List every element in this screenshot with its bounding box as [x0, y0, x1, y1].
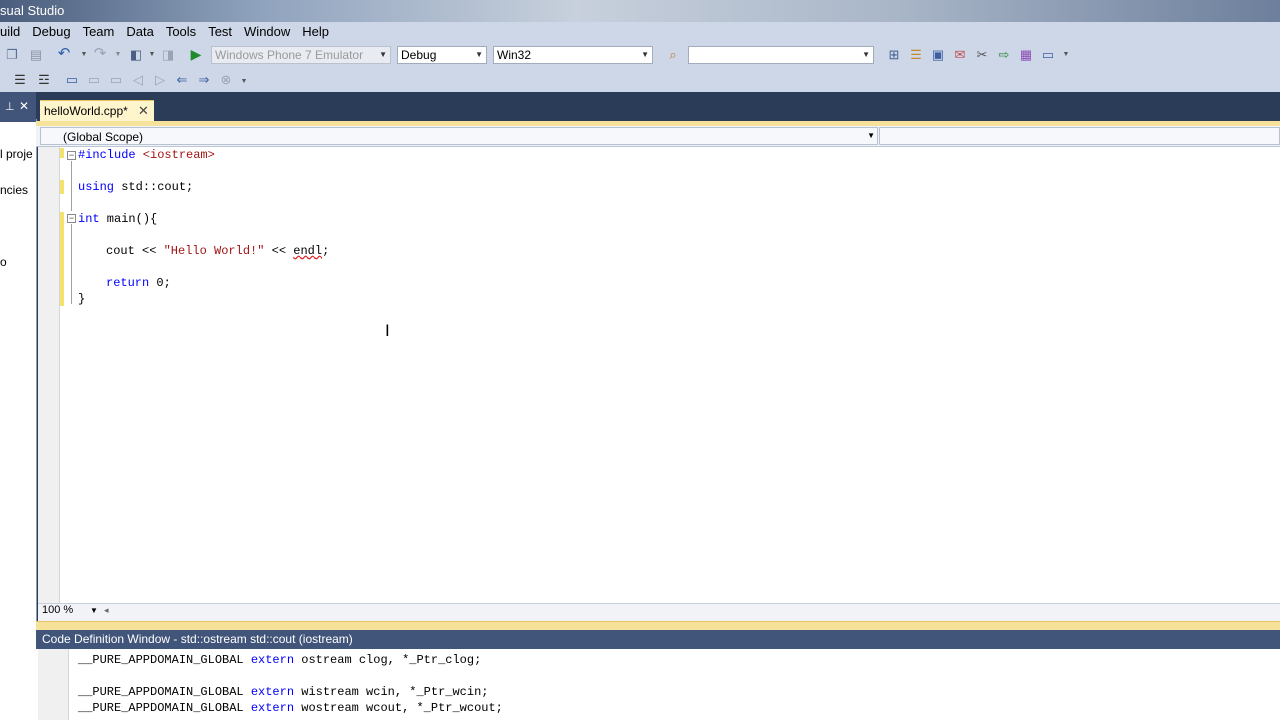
menu-debug[interactable]: Debug [26, 22, 76, 42]
close-icon[interactable]: ✕ [138, 103, 149, 119]
menu-data[interactable]: Data [120, 22, 159, 42]
code-line: using std::cout; [78, 180, 194, 194]
standard-toolbar: ❐ ▤ ↶ ▼ ↷ ▼ ◧ ▼ ◨ ▶ Windows Phone 7 Emul… [0, 42, 1280, 68]
text-editor-toolbar: ☰ ☲ ▭ ▭ ▭ ◁ ▷ ⇐ ⇒ ⊗ ▼ [0, 68, 1280, 93]
menu-window[interactable]: Window [238, 22, 296, 42]
scroll-left-icon[interactable]: ◂ [104, 605, 109, 616]
tree-item-file[interactable]: o [0, 255, 7, 269]
chevron-down-icon: ▼ [641, 50, 649, 59]
window-title: sual Studio [0, 3, 65, 18]
chevron-down-icon: ▼ [867, 131, 875, 140]
definition-line: __PURE_APPDOMAIN_GLOBAL extern ostream c… [78, 653, 482, 667]
scope-dropdown[interactable]: (Global Scope) ▼ [40, 127, 878, 145]
close-icon[interactable]: ✕ [19, 99, 29, 113]
zoom-level: 100 % [42, 604, 74, 616]
previous-bookmark-icon[interactable]: ◁ [130, 72, 146, 88]
find-in-files-icon[interactable]: ⌕ [665, 47, 681, 63]
undo-dropdown-icon[interactable]: ▼ [76, 47, 92, 63]
tab-label: helloWorld.cpp* [44, 104, 128, 118]
uncomment-icon[interactable]: ▭ [86, 72, 102, 88]
redo-icon[interactable]: ↷ [92, 46, 108, 62]
start-page-icon[interactable]: ⇨ [996, 47, 1012, 63]
pin-icon[interactable]: ⊥ [5, 100, 15, 113]
menu-team[interactable]: Team [77, 22, 121, 42]
editor-gutter [38, 147, 60, 603]
code-line: #include <iostream> [78, 148, 215, 162]
menu-build[interactable]: uild [0, 22, 26, 42]
platform-combo[interactable]: Windows Phone 7 Emulator ▼ [211, 46, 391, 64]
chevron-down-icon: ▼ [90, 606, 98, 615]
copy-icon[interactable]: ❐ [4, 47, 20, 63]
next-folder-bookmark-icon[interactable]: ⇒ [196, 72, 212, 88]
increase-indent-icon[interactable]: ☲ [36, 72, 52, 88]
tools-icon[interactable]: ✂ [974, 47, 990, 63]
code-line: return 0; [106, 276, 171, 290]
redo-dropdown-icon[interactable]: ▼ [110, 47, 126, 63]
code-line: int main(){ [78, 212, 158, 226]
previous-folder-bookmark-icon[interactable]: ⇐ [174, 72, 190, 88]
code-editor[interactable] [38, 147, 1280, 603]
chevron-down-icon: ▼ [379, 50, 387, 59]
undo-icon[interactable]: ↶ [56, 46, 72, 62]
definition-line: __PURE_APPDOMAIN_GLOBAL extern wistream … [78, 685, 489, 699]
zoom-combo[interactable]: 100 % ▼ [42, 604, 98, 620]
solution-platform-combo[interactable]: Win32 ▼ [493, 46, 653, 64]
tree-item-project[interactable]: l proje [0, 147, 33, 161]
toggle-bookmark-icon[interactable]: ▭ [108, 72, 124, 88]
toolbar-options-icon[interactable]: ▼ [236, 74, 252, 90]
tab-helloworld-cpp[interactable]: helloWorld.cpp* ✕ [40, 100, 154, 122]
change-marker [60, 180, 64, 194]
solution-configuration-combo[interactable]: Debug ▼ [397, 46, 487, 64]
solution-explorer-panel: ⊥ ✕ l proje ncies o [0, 92, 37, 720]
title-bar: sual Studio [0, 0, 1280, 22]
definition-line: __PURE_APPDOMAIN_GLOBAL extern wostream … [78, 701, 503, 715]
code-line: } [78, 292, 86, 306]
collapse-icon[interactable]: − [67, 214, 76, 223]
change-marker [60, 148, 64, 158]
code-definition-gutter [38, 649, 69, 720]
properties-icon[interactable]: ☰ [908, 47, 924, 63]
comment-icon[interactable]: ▭ [64, 72, 80, 88]
scope-label: (Global Scope) [63, 130, 144, 144]
chevron-down-icon: ▼ [862, 50, 870, 59]
navigate-backward-icon[interactable]: ◧ [128, 47, 144, 63]
menu-test[interactable]: Test [202, 22, 238, 42]
solution-explorer-icon[interactable]: ⊞ [886, 47, 902, 63]
change-marker [60, 212, 64, 306]
object-browser-icon[interactable]: ▣ [930, 47, 946, 63]
paste-icon[interactable]: ▤ [28, 47, 44, 63]
start-debugging-icon[interactable]: ▶ [188, 46, 204, 62]
next-bookmark-icon[interactable]: ▷ [152, 72, 168, 88]
code-line: cout << "Hello World!" << endl; [106, 244, 330, 258]
toolbox-icon[interactable]: ✉ [952, 47, 968, 63]
code-definition-title: Code Definition Window - std::ostream st… [42, 632, 353, 646]
find-combo[interactable]: ▼ [688, 46, 874, 64]
navigate-dropdown-icon[interactable]: ▼ [144, 47, 160, 63]
menu-bar: uild Debug Team Data Tools Test Window H… [0, 22, 1280, 42]
menu-help[interactable]: Help [296, 22, 335, 42]
chevron-down-icon: ▼ [475, 50, 483, 59]
tree-item-dependencies[interactable]: ncies [0, 183, 28, 197]
toolbar-options-icon[interactable]: ▼ [1058, 47, 1074, 63]
text-cursor-icon: I [385, 321, 390, 340]
extension-manager-icon[interactable]: ▦ [1018, 47, 1034, 63]
editor-zoom-bar: ◂ [38, 603, 1280, 622]
members-dropdown[interactable] [879, 127, 1280, 145]
collapse-icon[interactable]: − [67, 151, 76, 160]
code-definition-window-header: Code Definition Window - std::ostream st… [36, 630, 1280, 649]
menu-tools[interactable]: Tools [160, 22, 202, 42]
decrease-indent-icon[interactable]: ☰ [12, 72, 28, 88]
clear-bookmarks-icon[interactable]: ⊗ [218, 72, 234, 88]
navigate-forward-icon[interactable]: ◨ [160, 47, 176, 63]
error-squiggle: endl [293, 244, 323, 258]
document-tab-strip [36, 92, 1280, 119]
window-layout-icon[interactable]: ▭ [1040, 47, 1056, 63]
